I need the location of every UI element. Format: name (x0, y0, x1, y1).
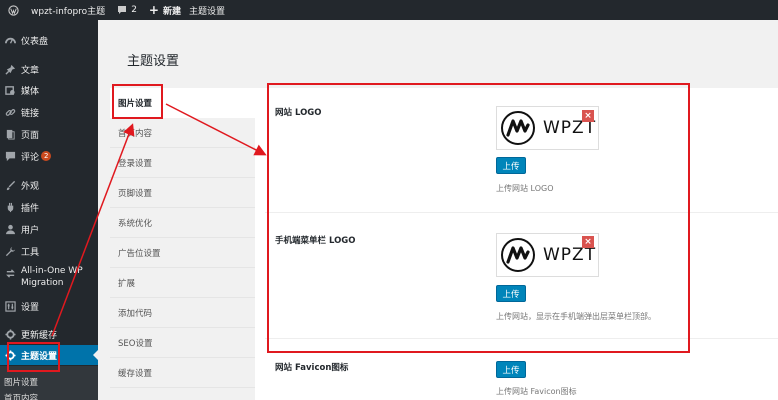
arrow-sidebar-to-tab (51, 123, 135, 337)
arrow-tab-to-panel (165, 103, 267, 156)
annotation-arrows (51, 103, 267, 337)
